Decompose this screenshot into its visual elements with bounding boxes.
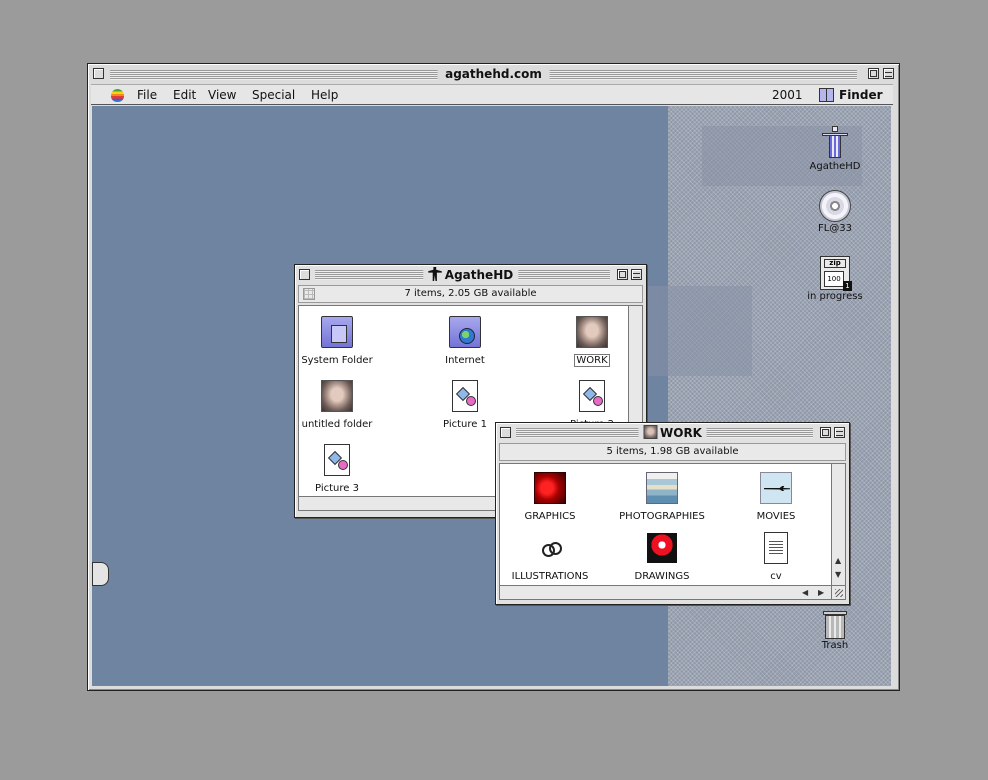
outer-collapse-box[interactable] (883, 68, 894, 79)
file-label: GRAPHICS (524, 511, 576, 522)
work-title-text: WORK (660, 426, 702, 440)
file-item[interactable]: DRAWINGS (614, 532, 710, 583)
internet-folder-icon (449, 316, 481, 348)
agathehd-title-bar[interactable]: AgatheHD (297, 267, 644, 283)
illustrations-icon (534, 532, 566, 564)
menu-file[interactable]: File (137, 88, 157, 102)
scroll-right-arrow-icon[interactable]: ▶ (818, 588, 824, 597)
scroll-left-arrow-icon[interactable]: ◀ (802, 588, 808, 597)
cd-icon (819, 190, 851, 222)
file-label: WORK (574, 354, 610, 367)
file-label: Picture 1 (443, 419, 487, 430)
file-item[interactable]: System Folder (289, 316, 385, 367)
file-item[interactable]: untitled folder (289, 380, 385, 431)
finder-app-icon[interactable] (819, 88, 834, 102)
file-item[interactable]: GRAPHICS (502, 472, 598, 523)
file-label: PHOTOGRAPHIES (619, 511, 705, 522)
file-label: MOVIES (756, 511, 796, 522)
file-item[interactable]: PHOTOGRAPHIES (614, 472, 710, 523)
face-folder-icon (576, 316, 608, 348)
desktop-icon-label: FL@33 (817, 223, 853, 234)
system-folder-icon (321, 316, 353, 348)
desktop-icon-label: AgatheHD (809, 161, 861, 172)
desktop-icon-zip[interactable]: zip 100 1 in progress (795, 256, 875, 302)
file-label: cv (770, 571, 782, 582)
agathehd-zoom-box[interactable] (617, 269, 628, 280)
file-item[interactable]: Internet (417, 316, 513, 367)
work-horizontal-scrollbar[interactable]: ◀ ▶ (500, 585, 832, 599)
file-item[interactable]: WORK (544, 316, 640, 367)
file-item[interactable]: Picture 3 (289, 444, 385, 495)
work-title-bar[interactable]: WORK (498, 425, 847, 441)
desktop-icon-cd[interactable]: FL@33 (795, 190, 875, 234)
trash-icon (823, 611, 847, 639)
file-item[interactable]: MOVIES (728, 472, 824, 523)
file-label: untitled folder (301, 419, 373, 430)
menu-bar: File Edit View Special Help 2001 Finder (91, 84, 893, 105)
outer-window-title: agathehd.com (437, 67, 550, 81)
application-menu[interactable]: Finder (839, 88, 883, 102)
file-label: DRAWINGS (634, 571, 690, 582)
apple-menu-icon[interactable] (111, 89, 124, 102)
document-icon (764, 532, 788, 564)
work-zoom-box[interactable] (820, 427, 831, 438)
graphics-icon (534, 472, 566, 504)
menu-view[interactable]: View (208, 88, 236, 102)
agathehd-title-text: AgatheHD (444, 268, 514, 282)
desktop-icon-agathehd[interactable]: AgatheHD (795, 126, 875, 172)
photographies-icon (646, 472, 678, 504)
work-window: WORK 5 items, 1.98 GB available ▲ ▼ ◀ ▶ … (495, 422, 850, 605)
outer-zoom-box[interactable] (868, 68, 879, 79)
work-content[interactable]: ▲ ▼ ◀ ▶ GRAPHICS PHOTOGRAPHIES MOVIES IL… (499, 463, 846, 600)
zip-disk-icon: zip 100 1 (820, 256, 852, 291)
desktop-icon-label: in progress (807, 291, 863, 302)
picture-file-icon (579, 380, 605, 412)
hard-drive-figure-icon (818, 126, 852, 160)
face-icon (643, 425, 658, 439)
menu-help[interactable]: Help (311, 88, 338, 102)
menu-clock[interactable]: 2001 (772, 88, 803, 102)
movies-icon (760, 472, 792, 504)
work-window-title: WORK (638, 425, 707, 440)
menu-special[interactable]: Special (252, 88, 295, 102)
menu-edit[interactable]: Edit (173, 88, 196, 102)
file-label: System Folder (301, 355, 373, 366)
agathehd-window-title: AgatheHD (422, 267, 519, 282)
face-folder-icon (321, 380, 353, 412)
outer-title-bar[interactable]: agathehd.com (90, 66, 897, 84)
agathehd-item-count: 7 items, 2.05 GB available (404, 288, 537, 299)
scroll-up-arrow-icon[interactable]: ▲ (835, 556, 841, 565)
picture-file-icon (324, 444, 350, 476)
outer-close-box[interactable] (93, 68, 104, 79)
file-label: ILLUSTRATIONS (511, 571, 589, 582)
desktop-icon-label: Trash (821, 640, 849, 651)
work-resize-handle[interactable] (831, 585, 845, 599)
desktop-icon-trash[interactable]: Trash (795, 611, 875, 651)
file-label: Internet (445, 355, 485, 366)
work-vertical-scrollbar[interactable]: ▲ ▼ (831, 464, 845, 586)
view-options-icon[interactable] (303, 288, 315, 300)
file-label: Picture 3 (315, 483, 359, 494)
file-item[interactable]: ILLUSTRATIONS (502, 532, 598, 583)
control-strip-tab[interactable] (92, 562, 109, 586)
agathehd-collapse-box[interactable] (631, 269, 642, 280)
scroll-down-arrow-icon[interactable]: ▼ (835, 570, 841, 579)
work-info-bar: 5 items, 1.98 GB available (499, 443, 846, 461)
picture-file-icon (452, 380, 478, 412)
agathehd-info-bar: 7 items, 2.05 GB available (298, 285, 643, 303)
work-close-box[interactable] (500, 427, 511, 438)
file-item[interactable]: cv (728, 532, 824, 583)
work-collapse-box[interactable] (834, 427, 845, 438)
figure-icon (427, 267, 442, 281)
drawings-icon (646, 532, 678, 564)
agathehd-close-box[interactable] (299, 269, 310, 280)
work-item-count: 5 items, 1.98 GB available (606, 446, 739, 457)
